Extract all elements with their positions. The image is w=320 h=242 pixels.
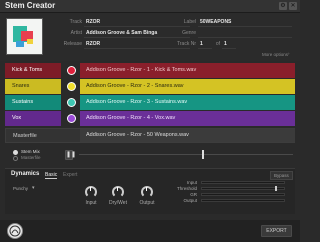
gr-meter [201,193,285,196]
threshold-handle[interactable] [275,186,277,191]
track-value[interactable]: RZOR [86,19,100,25]
output-meter-label: Output [183,198,197,203]
stem-name[interactable]: Vox [5,111,61,126]
label-label: Label [183,19,196,25]
stem-file[interactable]: Addison Groove - Rzor - 3 - Sustains.wav [80,95,295,110]
stem-color-dot[interactable] [67,66,76,75]
dry-wet-knob[interactable] [112,186,124,198]
output-knob-label: Output [139,200,155,206]
cover-art-image [7,19,42,54]
track-of-field[interactable] [222,48,236,49]
footer: EXPORT [0,220,300,242]
stem-color-dot[interactable] [67,98,76,107]
masterfile-name: Masterfile [13,133,37,139]
stem-mix-radio[interactable] [13,150,18,155]
stem-row-snares[interactable]: Snares Addison Groove - Rzor - 2 - Snare… [5,79,295,94]
tab-basic[interactable]: Basic [45,172,58,179]
more-options-arrow-icon[interactable]: › [288,51,290,56]
track-number-field[interactable] [198,48,212,49]
dynamics-title: Dynamics [11,171,40,177]
release-label: Release [63,41,82,47]
title-bar: Stem Creator ⚙ ✕ [0,0,300,13]
settings-icon[interactable]: ⚙ [279,2,287,10]
track-of-label: of [215,41,220,47]
stem-file[interactable]: Addison Groove - Rzor - 2 - Snares.wav [80,79,295,94]
track-field[interactable] [84,26,190,27]
cover-art[interactable] [6,18,43,55]
label-value[interactable]: 50WEAPONS [200,19,231,25]
release-field[interactable] [84,48,190,49]
masterfile-row[interactable]: Masterfile Addison Groove - Rzor - 50 We… [5,128,295,143]
input-knob[interactable] [85,186,97,198]
track-label: Track [69,19,82,25]
masterfile-file[interactable]: Addison Groove - Rzor - 50 Weapons.wav [80,129,295,142]
playhead-marker[interactable] [202,150,204,159]
bypass-button[interactable]: Bypass [270,171,293,180]
export-button[interactable]: EXPORT [261,225,292,237]
stem-row-vox[interactable]: Vox Addison Groove - Rzor - 4 - Vox.wav [5,111,295,126]
stem-color-dot[interactable] [67,114,76,123]
artist-value[interactable]: Addison Groove & Sam Binga [86,30,157,36]
stem-name[interactable]: Snares [5,79,61,94]
artist-label: Artist [70,30,82,36]
metadata-panel: Track RZOR Artist Addison Groove & Sam B… [0,13,300,61]
logo-glyph [9,225,21,237]
input-meter [201,181,285,184]
threshold-meter-label: Threshold [176,186,197,191]
stem-color-dot[interactable] [67,82,76,91]
tab-expert[interactable]: Expert [63,172,77,178]
dynamics-panel: Dynamics Basic Expert Bypass Punchy ▾ In… [5,168,295,214]
stem-row-sustains[interactable]: Sustains Addison Groove - Rzor - 3 - Sus… [5,95,295,110]
label-field[interactable] [198,26,292,27]
track-of-value[interactable]: 1 [224,41,227,47]
transport-bar: Stem Mix Masterfile ❚❚ [5,147,295,164]
output-meter [201,199,285,202]
release-value[interactable]: RZOR [86,41,100,47]
dry-wet-knob-label: Dry/Wet [109,200,127,206]
threshold-slider[interactable] [201,187,285,190]
stem-row-kick-toms[interactable]: Kick & Toms Addison Groove - Rzor - 1 - … [5,63,295,78]
genre-label: Genre [182,30,196,36]
stem-name[interactable]: Sustains [5,95,61,110]
output-knob[interactable] [141,186,153,198]
stem-file[interactable]: Addison Groove - Rzor - 4 - Vox.wav [80,111,295,126]
input-meter-label: Input [186,180,197,185]
logo-icon [7,223,23,239]
artist-field[interactable] [84,37,190,38]
stem-name[interactable]: Kick & Toms [5,63,61,78]
genre-field[interactable] [198,37,292,38]
stem-mix-label: Stem Mix [21,149,40,154]
gr-meter-label: GR [190,192,197,197]
track-number-label: Track Nr [177,41,196,47]
punchy-dropdown-icon[interactable]: ▾ [32,185,35,191]
input-knob-label: Input [85,200,97,206]
masterfile-radio[interactable] [13,156,18,161]
punchy-label: Punchy [13,186,29,191]
pause-icon[interactable]: ❚❚ [65,150,76,160]
stem-file[interactable]: Addison Groove - Rzor - 1 - Kick & Toms.… [80,63,295,78]
close-icon[interactable]: ✕ [289,2,297,10]
masterfile-radio-label: Masterfile [21,155,41,160]
window-title: Stem Creator [5,1,56,10]
playback-position-bar[interactable] [79,154,293,155]
more-options-link[interactable]: More options [262,52,288,57]
